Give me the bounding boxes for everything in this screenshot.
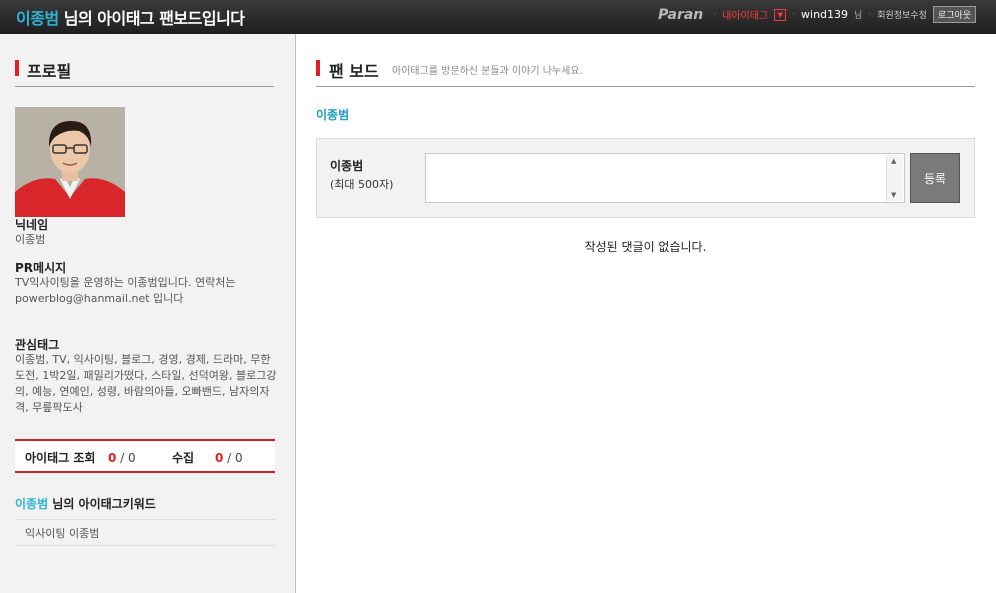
keywords-title-suffix: 님의 아이태그키워드 [48,497,156,511]
textarea-scrollbar[interactable]: ▲ ▼ [886,155,903,201]
comment-form: 이종범 (최대 500자) ▲ ▼ 등록 [316,138,975,218]
profile-photo [15,107,125,217]
collect-total: / 0 [223,451,243,465]
username: wind139 [801,8,849,21]
comment-textarea[interactable] [425,153,905,203]
page-title: 이종범 님의 아이태그 팬보드입니다 [16,5,245,29]
title-suffix: 님의 아이태그 팬보드입니다 [58,9,245,28]
max-length-note: (최대 500자) [330,178,394,191]
keywords-title: 이종범 님의 아이태그키워드 [15,495,156,512]
nickname-value: 이종범 [15,233,46,246]
logout-button[interactable]: 로그아웃 [932,6,976,23]
keywords-owner[interactable]: 이종범 [15,497,48,511]
interest-tags: 이종범, TV, 익사이팅, 블로그, 경영, 경제, 드라마, 무한도전, 1… [15,353,277,414]
fanboard-subtitle: 아이태그를 방문하신 분들과 이야기 나누세요. [392,66,583,77]
separator-dot: · [868,9,872,20]
empty-comments-message: 작성된 댓글이 없습니다. [584,240,707,254]
profile-heading: 프로필 [27,62,72,81]
owner-name-link[interactable]: 이종범 [16,9,59,28]
submit-button[interactable]: 등록 [910,153,960,203]
keywords-list: 익사이팅 이종범 [15,519,275,546]
my-itag-link[interactable]: 내아이태그 [722,7,768,22]
collect-stat: 수집 0 / 0 [172,449,243,466]
interest-tags-label: 관심태그 [15,338,60,352]
sidebar: 프로필 닉네임 이종범 PR메시지 TV익사이팅을 운영하는 이종범입니다. 연… [0,34,296,593]
view-total: / 0 [116,451,136,465]
paran-logo[interactable]: Paran [658,7,703,23]
top-header: 이종범 님의 아이태그 팬보드입니다 Paran · 내아이태그 ▼ · win… [0,0,996,34]
separator-dot: · [713,9,717,20]
itag-stats: 아이태그 조회 0 / 0 수집 0 / 0 [15,439,275,473]
collect-stat-label: 수집 [172,451,195,465]
nickname-label: 닉네임 [15,218,49,232]
commenter-name: 이종범 [330,159,364,173]
fanboard-heading: 팬 보드 [329,62,379,81]
fanboard-section-title: 팬 보드 아이태그를 방문하신 분들과 이야기 나누세요. [316,58,975,87]
pr-label: PR메시지 [15,261,67,275]
owner-name-link[interactable]: 이종범 [316,106,349,123]
pr-message: TV익사이팅을 운영하는 이종범입니다. 연락처는 powerblog@hanm… [15,276,236,305]
scroll-down-icon[interactable]: ▼ [891,191,896,199]
title-marker [316,60,320,76]
scroll-up-icon[interactable]: ▲ [891,157,896,165]
chevron-down-icon[interactable]: ▼ [774,8,787,21]
keyword-item[interactable]: 익사이팅 이종범 [25,525,99,541]
view-stat-label: 아이태그 조회 [25,451,96,465]
header-user-area: Paran · 내아이태그 ▼ · wind139 님 · 회원정보수정 로그아웃 [658,6,976,23]
separator-dot: · [792,9,796,20]
edit-profile-link[interactable]: 회원정보수정 [877,8,927,21]
title-marker [15,60,19,76]
username-suffix: 님 [854,11,863,21]
profile-section-title: 프로필 [15,58,274,87]
view-stat: 아이태그 조회 0 / 0 [25,449,136,466]
